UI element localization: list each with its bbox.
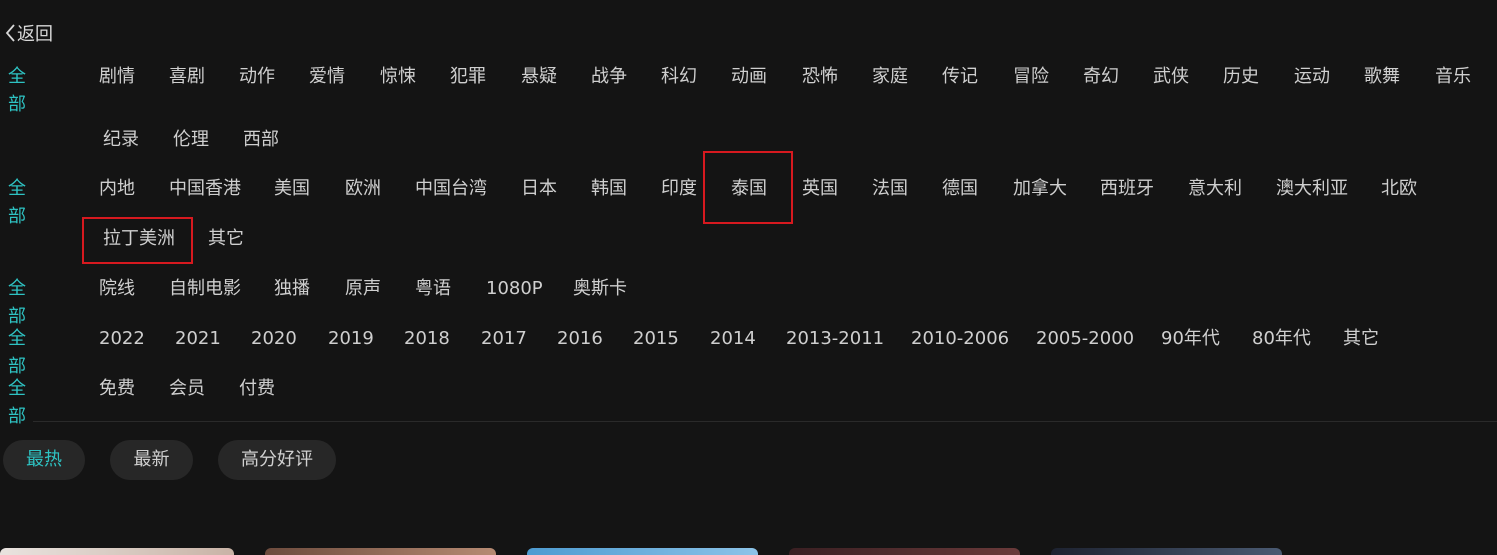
filter-option[interactable]: 免费 (99, 375, 135, 403)
filter-option[interactable]: 印度 (661, 175, 697, 203)
filter-option[interactable]: 2021 (175, 325, 221, 353)
filter-option[interactable]: 歌舞 (1364, 63, 1400, 91)
filter-row-feature: 全部 院线 自制电影 独播 原声 粤语 1080P 奥斯卡 (0, 275, 1497, 327)
highlight-box-thailand (703, 151, 793, 224)
sort-hottest-button[interactable]: 最热 (3, 440, 85, 480)
filter-option[interactable]: 意大利 (1188, 175, 1242, 203)
filter-option[interactable]: 伦理 (173, 126, 209, 154)
filter-option[interactable]: 2020 (251, 325, 297, 353)
filter-option[interactable]: 恐怖 (802, 63, 838, 91)
filter-option[interactable]: 西班牙 (1100, 175, 1154, 203)
poster-thumbnail[interactable] (789, 548, 1020, 555)
filter-option[interactable]: 奥斯卡 (573, 275, 627, 303)
filter-option[interactable]: 犯罪 (450, 63, 486, 91)
filter-row-genre: 全部 剧情 喜剧 动作 爱情 惊悚 犯罪 悬疑 战争 科幻 动画 恐怖 家庭 传… (0, 63, 1497, 163)
filter-option[interactable]: 日本 (521, 175, 557, 203)
filter-option[interactable]: 2013-2011 (786, 325, 884, 353)
back-button[interactable]: 返回 (4, 20, 53, 46)
filter-option[interactable]: 北欧 (1381, 175, 1417, 203)
poster-thumbnail[interactable] (0, 548, 234, 555)
filter-option[interactable]: 2018 (404, 325, 450, 353)
filter-option[interactable]: 动作 (239, 63, 275, 91)
filter-option[interactable]: 家庭 (872, 63, 908, 91)
chevron-left-icon (4, 23, 17, 43)
filter-option[interactable]: 德国 (942, 175, 978, 203)
filter-all-region[interactable]: 全部 (8, 175, 68, 231)
filter-option[interactable]: 法国 (872, 175, 908, 203)
filter-option[interactable]: 纪录 (103, 126, 139, 154)
filter-option[interactable]: 2015 (633, 325, 679, 353)
poster-thumbnail[interactable] (527, 548, 758, 555)
filter-option[interactable]: 冒险 (1013, 63, 1049, 91)
filter-option[interactable]: 原声 (345, 275, 381, 303)
poster-thumbnail[interactable] (1051, 548, 1282, 555)
filter-all-genre[interactable]: 全部 (8, 63, 68, 119)
filter-option[interactable]: 粤语 (415, 275, 451, 303)
filter-option[interactable]: 历史 (1223, 63, 1259, 91)
filter-option[interactable]: 惊悚 (380, 63, 416, 91)
filter-option[interactable]: 付费 (239, 375, 275, 403)
filter-all-pay[interactable]: 全部 (8, 375, 68, 431)
filter-option[interactable]: 科幻 (661, 63, 697, 91)
filter-option[interactable]: 2017 (481, 325, 527, 353)
filter-option[interactable]: 战争 (591, 63, 627, 91)
poster-thumbnail[interactable] (265, 548, 496, 555)
filter-option[interactable]: 中国香港 (169, 175, 241, 203)
filter-option[interactable]: 2022 (99, 325, 145, 353)
filter-option[interactable]: 武侠 (1153, 63, 1189, 91)
filter-option[interactable]: 动画 (731, 63, 767, 91)
filter-option[interactable]: 独播 (274, 275, 310, 303)
filter-option[interactable]: 90年代 (1161, 325, 1220, 353)
highlight-box-latin-america (82, 217, 193, 264)
filter-option[interactable]: 2019 (328, 325, 374, 353)
filter-option[interactable]: 欧洲 (345, 175, 381, 203)
filter-option[interactable]: 传记 (942, 63, 978, 91)
filter-option[interactable]: 悬疑 (521, 63, 557, 91)
filter-option[interactable]: 英国 (802, 175, 838, 203)
filter-option[interactable]: 其它 (208, 225, 244, 253)
divider (33, 421, 1497, 422)
filter-row-pay: 全部 免费 会员 付费 (0, 375, 1497, 427)
filter-all-feature[interactable]: 全部 (8, 275, 68, 331)
filter-option[interactable]: 院线 (99, 275, 135, 303)
filter-option[interactable]: 奇幻 (1083, 63, 1119, 91)
filter-option[interactable]: 自制电影 (169, 275, 241, 303)
filter-option[interactable]: 2005-2000 (1036, 325, 1134, 353)
filter-option[interactable]: 1080P (486, 275, 543, 303)
filter-option[interactable]: 美国 (274, 175, 310, 203)
sort-newest-button[interactable]: 最新 (110, 440, 193, 480)
filter-option[interactable]: 韩国 (591, 175, 627, 203)
filter-option[interactable]: 会员 (169, 375, 205, 403)
filter-option[interactable]: 音乐 (1435, 63, 1471, 91)
filter-option[interactable]: 80年代 (1252, 325, 1311, 353)
filter-option[interactable]: 2010-2006 (911, 325, 1009, 353)
filter-option[interactable]: 西部 (243, 126, 279, 154)
filter-option[interactable]: 内地 (99, 175, 135, 203)
sort-top-rated-button[interactable]: 高分好评 (218, 440, 336, 480)
back-label: 返回 (17, 24, 53, 45)
filter-option[interactable]: 运动 (1294, 63, 1330, 91)
filter-option[interactable]: 澳大利亚 (1276, 175, 1348, 203)
filter-option[interactable]: 剧情 (99, 63, 135, 91)
filter-option[interactable]: 加拿大 (1013, 175, 1067, 203)
filter-option[interactable]: 爱情 (309, 63, 345, 91)
filter-option[interactable]: 2016 (557, 325, 603, 353)
filter-option[interactable]: 中国台湾 (415, 175, 487, 203)
filter-option[interactable]: 其它 (1343, 325, 1379, 353)
filter-option[interactable]: 2014 (710, 325, 756, 353)
filter-option[interactable]: 喜剧 (169, 63, 205, 91)
filter-row-year: 全部 2022 2021 2020 2019 2018 2017 2016 20… (0, 325, 1497, 377)
filter-all-year[interactable]: 全部 (8, 325, 68, 381)
